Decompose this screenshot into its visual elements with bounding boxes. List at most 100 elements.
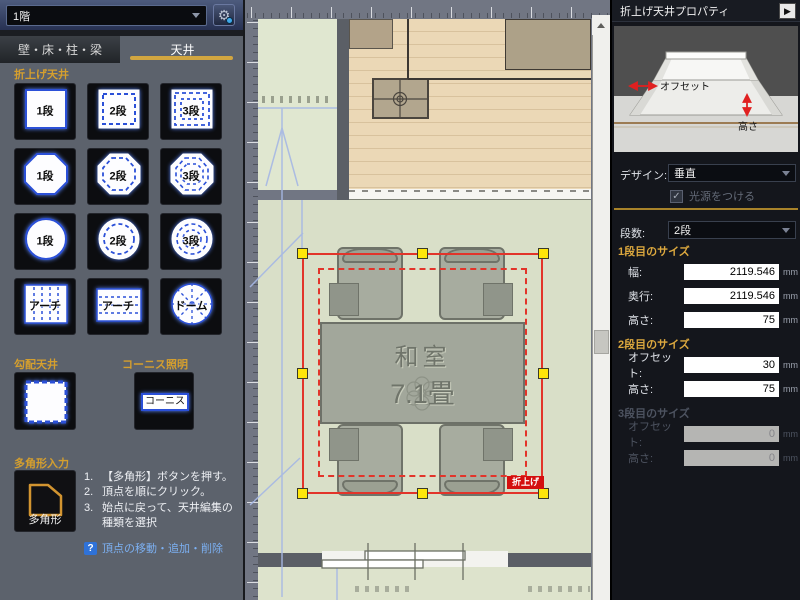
ceiling-tile-square-2dan[interactable]: 2段 bbox=[87, 83, 149, 140]
tab-walls-label: 壁・床・柱・梁 bbox=[18, 41, 102, 58]
scroll-up-button[interactable] bbox=[592, 15, 610, 35]
ceiling-tile-square-3dan[interactable]: 3段 bbox=[160, 83, 222, 140]
collapse-arrow-icon: ▶ bbox=[784, 6, 791, 17]
step-text: 頂点を順にクリック。 bbox=[102, 485, 211, 500]
canvas-vertical-scrollbar[interactable] bbox=[592, 15, 610, 600]
scrollbar-thumb[interactable] bbox=[594, 330, 609, 354]
step-text: 始点に戻って、天井編集の種類を選択 bbox=[102, 501, 240, 532]
panel-collapse-button[interactable]: ▶ bbox=[779, 3, 796, 19]
tile-label: 1段 bbox=[15, 102, 75, 118]
properties-panel-title: 折上げ天井プロパティ bbox=[620, 3, 729, 19]
field-row-offset-disabled: オフセット: 0 mm bbox=[612, 425, 800, 442]
instruction-step: 1.【多角形】ボタンを押す。 bbox=[84, 470, 240, 485]
selection-handle-e[interactable] bbox=[538, 368, 549, 379]
unit-label: mm bbox=[783, 429, 798, 439]
unit-label: mm bbox=[783, 291, 798, 301]
kobai-ceiling-button[interactable] bbox=[14, 372, 76, 430]
field-label: オフセット: bbox=[612, 418, 684, 450]
selection-handle-s[interactable] bbox=[417, 488, 428, 499]
field-label: 高さ: bbox=[612, 381, 684, 397]
help-link-label: 頂点の移動・追加・削除 bbox=[102, 540, 223, 556]
cornice-lighting-button[interactable]: コーニス bbox=[134, 372, 194, 430]
chevron-down-icon bbox=[782, 228, 790, 233]
ceiling-tile-arch-vertical[interactable]: アーチ bbox=[14, 278, 76, 335]
step-text: 【多角形】ボタンを押す。 bbox=[102, 470, 233, 485]
selection-handle-ne[interactable] bbox=[538, 248, 549, 259]
step3-size-section: 3段目のサイズ オフセット: 0 mm 高さ: 0 mm bbox=[612, 405, 800, 473]
steps-dropdown[interactable]: 2段 bbox=[668, 221, 796, 239]
depth-input[interactable]: 2119.546 bbox=[684, 288, 779, 304]
steps-label: 段数: bbox=[620, 225, 645, 241]
height-input[interactable]: 75 bbox=[684, 312, 779, 328]
floor-selector-value: 1階 bbox=[13, 8, 30, 24]
ceiling-tile-circle-2dan[interactable]: 2段 bbox=[87, 213, 149, 270]
ceiling-tile-circle-3dan[interactable]: 3段 bbox=[160, 213, 222, 270]
step-number: 3. bbox=[84, 501, 102, 532]
height-input[interactable]: 75 bbox=[684, 381, 779, 397]
chevron-down-icon bbox=[192, 13, 200, 18]
chevron-up-icon bbox=[597, 23, 605, 28]
active-tab-underline bbox=[130, 56, 233, 60]
selection-handle-se[interactable] bbox=[538, 488, 549, 499]
unit-label: mm bbox=[783, 267, 798, 277]
tile-label: アーチ bbox=[15, 297, 75, 313]
design-label: デザイン: bbox=[620, 167, 667, 183]
unit-label: mm bbox=[783, 453, 798, 463]
ceiling-selection-outline[interactable] bbox=[302, 253, 543, 494]
offset-input[interactable]: 30 bbox=[684, 357, 779, 373]
field-row-depth: 奥行: 2119.546 mm bbox=[612, 287, 800, 304]
width-input[interactable]: 2119.546 bbox=[684, 264, 779, 280]
vertex-help-link[interactable]: ? 頂点の移動・追加・削除 bbox=[84, 540, 223, 556]
polygon-input-button[interactable]: 多角形 bbox=[14, 470, 76, 532]
steps-value: 2段 bbox=[674, 222, 691, 238]
tile-label: 2段 bbox=[88, 232, 148, 248]
tab-walls-floors-pillars[interactable]: 壁・床・柱・梁 bbox=[0, 36, 120, 63]
section-title-kobai: 勾配天井 bbox=[14, 356, 58, 372]
tile-label: 2段 bbox=[88, 167, 148, 183]
light-source-checkbox-row[interactable]: ✓ 光源をつける bbox=[670, 188, 755, 204]
properties-panel-header: 折上げ天井プロパティ bbox=[612, 0, 800, 22]
ceiling-tile-octagon-2dan[interactable]: 2段 bbox=[87, 148, 149, 205]
field-label: 高さ: bbox=[612, 450, 684, 466]
floor-selector-dropdown[interactable]: 1階 bbox=[6, 5, 207, 26]
tile-label: 3段 bbox=[161, 167, 221, 183]
instruction-step: 3.始点に戻って、天井編集の種類を選択 bbox=[84, 501, 240, 532]
step1-size-section: 1段目のサイズ 幅: 2119.546 mm 奥行: 2119.546 mm 高… bbox=[612, 243, 800, 335]
ceiling-tile-arch-horizontal[interactable]: アーチ bbox=[87, 278, 149, 335]
section-title-polygon: 多角形入力 bbox=[14, 455, 69, 471]
step-number: 2. bbox=[84, 485, 102, 500]
height-input-disabled: 0 bbox=[684, 450, 779, 466]
ceiling-tile-square-1dan[interactable]: 1段 bbox=[14, 83, 76, 140]
field-row-height: 高さ: 75 mm bbox=[612, 380, 800, 397]
field-row-width: 幅: 2119.546 mm bbox=[612, 263, 800, 280]
selection-type-badge: 折上げ bbox=[507, 476, 544, 489]
ceiling-preview-diagram: オフセット 高さ bbox=[614, 26, 798, 152]
unit-label: mm bbox=[783, 360, 798, 370]
help-question-icon: ? bbox=[84, 542, 97, 555]
tile-label: 1段 bbox=[15, 232, 75, 248]
preview-offset-label: オフセット bbox=[660, 81, 710, 93]
design-dropdown[interactable]: 垂直 bbox=[668, 164, 796, 182]
offset-input-disabled: 0 bbox=[684, 426, 779, 442]
checkbox-checked-icon[interactable]: ✓ bbox=[670, 190, 683, 203]
selection-handle-n[interactable] bbox=[417, 248, 428, 259]
tile-label: アーチ bbox=[88, 297, 148, 313]
field-row-offset: オフセット: 30 mm bbox=[612, 356, 800, 373]
selection-handle-nw[interactable] bbox=[297, 248, 308, 259]
ceiling-tile-circle-1dan[interactable]: 1段 bbox=[14, 213, 76, 270]
cornice-button-face: コーニス bbox=[141, 393, 189, 411]
selection-handle-w[interactable] bbox=[297, 368, 308, 379]
field-label: 奥行: bbox=[612, 288, 684, 304]
ceiling-tile-octagon-3dan[interactable]: 3段 bbox=[160, 148, 222, 205]
chevron-down-icon bbox=[782, 171, 790, 176]
section-title-oriage: 折上げ天井 bbox=[14, 66, 69, 82]
field-label: オフセット: bbox=[612, 349, 684, 381]
selection-handle-sw[interactable] bbox=[297, 488, 308, 499]
ceiling-tile-octagon-1dan[interactable]: 1段 bbox=[14, 148, 76, 205]
instruction-step: 2.頂点を順にクリック。 bbox=[84, 485, 240, 500]
ceiling-tile-dome[interactable]: ドーム bbox=[160, 278, 222, 335]
panel-divider bbox=[614, 208, 798, 210]
section-title-cornice: コーニス照明 bbox=[122, 356, 188, 372]
polygon-instructions: 1.【多角形】ボタンを押す。 2.頂点を順にクリック。 3.始点に戻って、天井編… bbox=[84, 470, 240, 532]
step2-size-section: 2段目のサイズ オフセット: 30 mm 高さ: 75 mm bbox=[612, 336, 800, 404]
